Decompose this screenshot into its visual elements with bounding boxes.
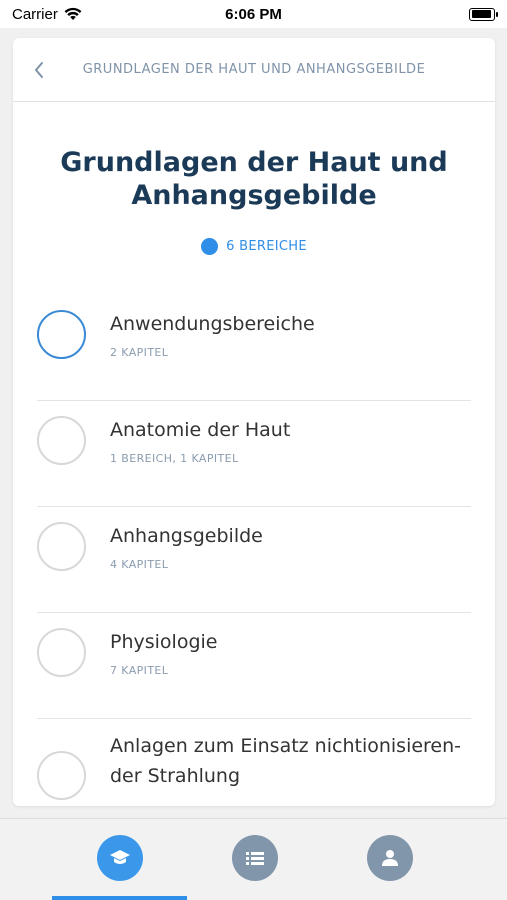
tab-courses[interactable] [97,835,143,881]
nav-title: GRUNDLAGEN DER HAUT UND ANHANGSGEBILDE [82,62,426,77]
list-item-subtitle: 7 KAPITEL [110,664,169,677]
count-label: 6 BEREICHE [226,239,307,254]
list-item[interactable]: Anlagen zum Einsatz nichtionisieren-der … [37,719,471,806]
progress-circle-icon [37,751,86,800]
wifi-icon [64,7,82,20]
list-item-text: Anwendungsbereiche 2 KAPITEL [110,310,315,359]
content-card: GRUNDLAGEN DER HAUT UND ANHANGSGEBILDE G… [13,38,495,806]
tab-bar [0,818,507,900]
graduation-cap-icon [110,850,130,864]
tab-list[interactable] [232,835,278,881]
list-item-text: Anatomie der Haut 1 BEREICH, 1 KAPITEL [110,416,290,465]
carrier-label: Carrier [12,5,58,23]
active-tab-indicator [52,896,187,900]
nav-bar: GRUNDLAGEN DER HAUT UND ANHANGSGEBILDE [13,38,495,102]
list-item-title: Anwendungsbereiche [110,313,315,335]
list-item-text: Anlagen zum Einsatz nichtionisieren-der … [110,731,470,791]
list-item-title: Anatomie der Haut [110,419,291,441]
back-button[interactable] [25,56,53,84]
battery-icon [469,7,498,21]
list-item-subtitle: 4 KAPITEL [110,558,169,571]
list-item-text: Anhangsgebilde 4 KAPITEL [110,522,263,571]
list-item[interactable]: Anwendungsbereiche 2 KAPITEL [37,295,471,401]
tab-profile[interactable] [367,835,413,881]
list-item-title: Anlagen zum Einsatz nichtionisieren-der … [110,735,462,787]
chevron-left-icon [34,62,43,78]
count-dot-icon [201,238,219,255]
list-item[interactable]: Anhangsgebilde 4 KAPITEL [37,507,471,613]
progress-circle-icon [37,522,86,571]
list-item-text: Physiologie 7 KAPITEL [110,628,217,677]
list-item-subtitle: 2 KAPITEL [110,346,169,359]
list-item[interactable]: Physiologie 7 KAPITEL [37,613,471,719]
progress-circle-icon [37,310,86,359]
list-icon [246,852,264,865]
list-item[interactable]: Anatomie der Haut 1 BEREICH, 1 KAPITEL [37,401,471,507]
section-count: 6 BEREICHE [13,238,495,255]
progress-circle-icon [37,628,86,677]
list-item-title: Physiologie [110,631,218,653]
status-left: Carrier [12,6,82,23]
section-list: Anwendungsbereiche 2 KAPITEL Anatomie de… [13,295,495,806]
list-item-subtitle: 1 BEREICH, 1 KAPITEL [110,452,239,465]
page-title: Grundlagen der Haut und Anhangsgebilde [60,147,448,211]
status-bar: Carrier 6:06 PM [0,0,507,28]
progress-circle-icon [37,416,86,465]
list-item-title: Anhangsgebilde [110,525,263,547]
profile-icon [382,850,398,866]
